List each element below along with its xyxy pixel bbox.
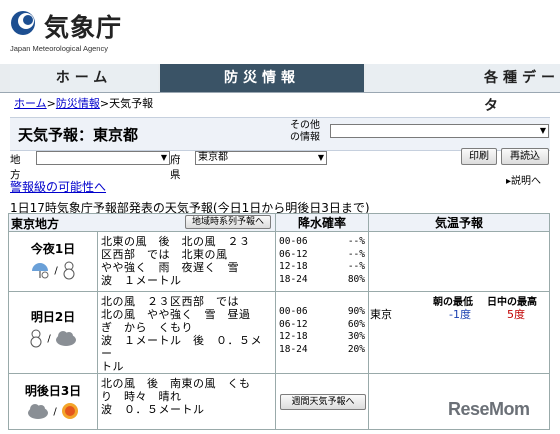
weather-line: やや強く 雨 夜遅く 雪 (101, 261, 239, 274)
breadcrumb-bosai[interactable]: 防災情報 (56, 97, 100, 110)
chevron-down-icon: ▼ (539, 126, 546, 135)
timeseries-button[interactable]: 地域時系列予報へ (185, 215, 271, 229)
pop-value: --% (347, 261, 365, 272)
nav-bosai[interactable]: 防災情報 (160, 64, 364, 92)
breadcrumb-sep: > (46, 97, 56, 110)
other-info-label: その他 の情報 (290, 120, 320, 144)
help-link-label: 説明へ (511, 176, 542, 187)
table-row: 明日2日 / 北の風 ２３区西部 では 北の風 やや強く 雪 昼過 ぎ から く… (8, 291, 550, 374)
separator-slash: / (53, 406, 57, 418)
sun-icon (61, 403, 78, 419)
pop-value: --% (347, 248, 365, 260)
breadcrumb-current: 天気予報 (109, 97, 154, 110)
breadcrumb-home[interactable]: ホーム (14, 97, 47, 110)
day-label: 明後日3日 (24, 384, 82, 398)
page-header: 天気予報：東京都 その他 の情報 ▼ (10, 117, 550, 151)
day-cell: 明後日3日 / (8, 373, 98, 430)
weather-line: り 時々 晴れ (101, 390, 182, 403)
temp-max-value: 5度 (507, 308, 525, 321)
pop-time: 06-12 (279, 318, 308, 330)
pop-time: 12-18 (279, 261, 308, 272)
other-info-label-line2: の情報 (290, 132, 320, 143)
area-name: 東京地方 (11, 217, 60, 231)
pop-time: 18-24 (279, 343, 308, 355)
pop-value: 80% (347, 273, 365, 285)
table-row: 今夜1日 / 北東の風 後 北の風 ２３ 区西部 では 北東の風 やや強く 雨 … (8, 231, 550, 292)
weather-line: 北の風 後 南東の風 くも (101, 377, 251, 390)
pop-time: 06-12 (279, 248, 308, 260)
weather-line: 波 １メートル (101, 274, 182, 287)
pop-time: 00-06 (279, 236, 308, 247)
watermark: ReseMom (448, 399, 530, 419)
site-subtitle: Japan Meteorological Agency (10, 44, 108, 53)
weekly-forecast-button[interactable]: 週間天気予報へ (280, 394, 366, 410)
snowman-icon (63, 261, 75, 280)
cloud-icon (55, 331, 76, 346)
reload-button[interactable]: 再読込 (501, 148, 549, 165)
pop-value: 60% (347, 318, 365, 330)
weather-line: 北の風 やや強く 雪 昼過 (101, 308, 251, 321)
day-cell: 今夜1日 / (8, 231, 98, 292)
pop-time: 00-06 (279, 306, 308, 317)
weather-line: 区西部 では 北東の風 (101, 248, 228, 261)
pop-time: 18-24 (279, 273, 308, 285)
forecast-table: 東京地方 地域時系列予報へ 降水確率 気温予報 今夜1日 / 北東の風 後 北の… (8, 213, 550, 430)
warning-level-link[interactable]: 警報級の可能性へ (10, 178, 106, 195)
weather-text: 北の風 ２３区西部 では 北の風 やや強く 雪 昼過 ぎ から くもり 波 １メ… (97, 291, 276, 374)
weather-text: 北の風 後 南東の風 くも り 時々 晴れ 波 ０．５メートル (97, 373, 276, 430)
day-label: 明日2日 (30, 310, 76, 324)
pop-value: 90% (347, 306, 365, 317)
nav-kakushu-data[interactable]: 各種データ (366, 64, 560, 114)
pop-cell: 00-06 90% 06-12 60% 12-18 30% 18-24 20% (275, 291, 369, 374)
temp-cell: 朝の最低 日中の最高 東京 -1度 5度 (368, 291, 550, 374)
fuken-select[interactable]: 東京都 ▼ (195, 151, 327, 165)
temp-header: 気温予報 (368, 213, 550, 232)
jma-logo-icon (11, 11, 35, 35)
weather-line: 北東の風 後 北の風 ２３ (101, 235, 251, 248)
weather-line: 北の風 ２３区西部 では (101, 295, 239, 308)
separator-slash: / (47, 333, 51, 345)
day-cell: 明日2日 / (8, 291, 98, 374)
pop-header: 降水確率 (275, 213, 369, 232)
fuken-label: 府県 (170, 154, 181, 181)
chevron-down-icon: ▼ (160, 153, 167, 162)
area-header-cell: 東京地方 地域時系列予報へ (8, 213, 276, 232)
pop-time: 12-18 (279, 331, 308, 342)
page-title: 天気予報：東京都 (18, 126, 139, 144)
pop-value: --% (347, 236, 365, 247)
fuken-select-value: 東京都 (198, 152, 228, 163)
weather-line: 波 ０．５メートル (101, 403, 205, 416)
weather-line: 波 １メートル 後 ０．５メー (101, 334, 262, 360)
main-nav: ホーム 防災情報 各種データ (0, 64, 560, 114)
pop-cell: 00-06 --% 06-12 --% 12-18 --% 18-24 80% (275, 231, 369, 292)
separator-slash: / (54, 265, 58, 277)
nav-home[interactable]: ホーム (10, 64, 158, 92)
pop-value: 20% (347, 343, 365, 355)
weather-line: トル (101, 360, 124, 373)
temp-cell (368, 231, 550, 292)
snowman-icon (30, 329, 42, 348)
other-info-select[interactable]: ▼ (330, 124, 549, 138)
temp-area: 東京 (370, 308, 392, 321)
cloud-icon (28, 404, 49, 419)
help-link[interactable]: ▸説明へ (506, 172, 541, 187)
chevron-down-icon: ▼ (317, 153, 324, 162)
weather-line: ぎ から くもり (101, 321, 193, 334)
rain-snow-icon (32, 263, 49, 279)
print-button[interactable]: 印刷 (461, 148, 497, 165)
day-label: 今夜1日 (30, 242, 76, 256)
pop-value: 30% (347, 331, 365, 342)
breadcrumb: ホーム>防災情報>天気予報 (14, 95, 153, 111)
site-title: 気象庁 (44, 13, 123, 42)
temp-min-value: -1度 (449, 308, 471, 321)
breadcrumb-sep: > (99, 97, 110, 110)
other-info-label-line1: その他 (290, 120, 320, 131)
pop-cell: 週間天気予報へ (275, 373, 369, 430)
chiho-select[interactable]: ▼ (36, 151, 170, 165)
weather-text: 北東の風 後 北の風 ２３ 区西部 では 北東の風 やや強く 雨 夜遅く 雪 波… (97, 231, 276, 292)
header: 気象庁 Japan Meteorological Agency (0, 0, 560, 62)
